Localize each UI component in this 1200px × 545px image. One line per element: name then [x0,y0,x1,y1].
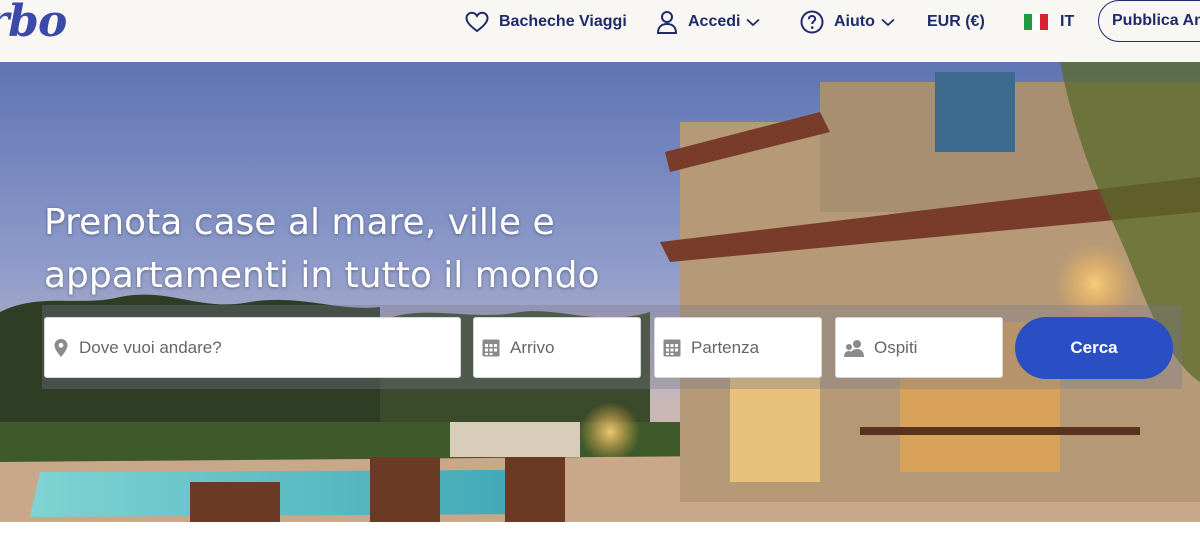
sign-in-label: Accedi [688,13,741,30]
calendar-icon [482,339,500,357]
help-label: Aiuto [834,13,875,30]
language-label: IT [1060,13,1075,30]
help-circle-icon [800,10,824,34]
chevron-down-icon [746,18,761,27]
destination-field[interactable] [44,317,461,378]
language-selector[interactable]: IT [1024,8,1074,36]
currency-selector[interactable]: EUR (€) [927,8,985,36]
page-content-area [0,522,1200,545]
brand-logo[interactable]: rbo [0,0,67,47]
map-pin-icon [53,338,69,358]
guests-icon [844,339,864,357]
destination-input[interactable] [77,336,413,359]
heart-icon [465,11,489,33]
departure-input[interactable] [689,336,821,359]
calendar-icon [663,339,681,357]
hero-headline-line-1: Prenota case al mare, ville e [44,202,555,243]
search-button[interactable]: Cerca [1015,317,1173,379]
help-menu[interactable]: Aiuto [800,8,895,36]
hero-headline: Prenota case al mare, ville e appartamen… [44,196,600,302]
publish-listing-button[interactable]: Pubblica Annuncio [1098,0,1200,42]
user-icon [656,10,678,34]
departure-field[interactable] [654,317,822,378]
guests-input[interactable] [872,336,1002,359]
guests-field[interactable] [835,317,1003,378]
arrival-input[interactable] [508,336,640,359]
hero-banner: Prenota case al mare, ville e appartamen… [0,62,1200,522]
trip-boards-label: Bacheche Viaggi [499,13,627,30]
arrival-field[interactable] [473,317,641,378]
chevron-down-icon [881,18,895,27]
top-header: rbo Bacheche Viaggi Accedi Aiuto EUR (€)… [0,0,1200,62]
hero-headline-line-2: appartamenti in tutto il mondo [44,255,600,296]
trip-boards-link[interactable]: Bacheche Viaggi [465,8,627,36]
italy-flag-icon [1024,14,1048,30]
sign-in-menu[interactable]: Accedi [656,8,761,36]
